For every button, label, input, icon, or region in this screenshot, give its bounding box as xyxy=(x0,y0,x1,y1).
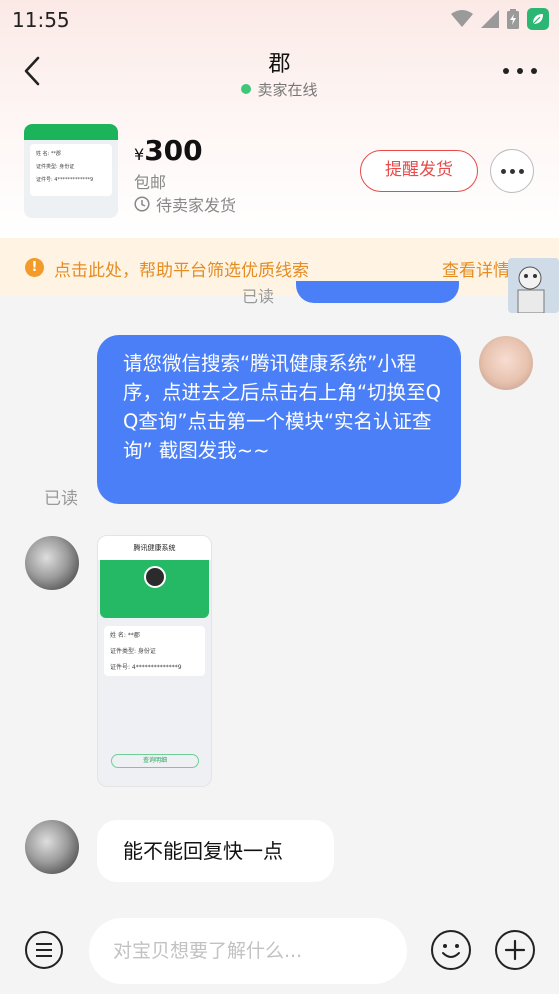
seller-avatar[interactable] xyxy=(25,536,79,590)
image-profile-area xyxy=(100,560,209,618)
order-status: 待卖家发货 xyxy=(134,192,236,216)
warning-icon: ! xyxy=(25,258,44,277)
status-bar: 11:55 xyxy=(0,0,559,38)
menu-icon-line xyxy=(36,949,52,951)
image-face xyxy=(144,566,166,588)
price-value: 300 xyxy=(144,134,203,167)
remind-ship-button[interactable]: 提醒发货 xyxy=(360,150,478,192)
shipping-label: 包邮 xyxy=(134,173,167,192)
plus-icon xyxy=(504,939,526,961)
online-dot-icon xyxy=(241,84,252,94)
image-card: 姓 名: **郡 证件类型: 身份证 证件号: 4**************9 xyxy=(104,626,205,676)
menu-icon-line xyxy=(36,955,52,957)
clock-icon xyxy=(134,196,150,212)
plus-button[interactable] xyxy=(495,930,535,970)
thumb-card: 姓 名: **郡 证件类型: 身份证 证件号: 4*************9 xyxy=(30,144,112,196)
read-label: 已读 xyxy=(242,287,275,306)
signal-icon xyxy=(481,10,499,28)
battery-icon xyxy=(507,9,519,29)
thumb-header xyxy=(24,124,118,140)
online-status: 卖家在线 xyxy=(0,79,559,100)
image-line: 证件类型: 身份证 xyxy=(110,648,156,655)
floating-avatar[interactable] xyxy=(508,258,559,313)
more-icon-dot xyxy=(518,168,524,174)
currency-symbol: ¥ xyxy=(134,145,145,164)
menu-button[interactable] xyxy=(25,931,63,969)
product-more-button[interactable] xyxy=(490,149,534,193)
menu-icon xyxy=(36,943,52,945)
message-image[interactable]: 腾讯健康系统 姓 名: **郡 证件类型: 身份证 证件号: 4********… xyxy=(97,535,212,787)
my-avatar[interactable] xyxy=(479,336,533,390)
product-thumbnail[interactable]: 姓 名: **郡 证件类型: 身份证 证件号: 4*************9 xyxy=(24,124,118,218)
thumb-line: 姓 名: **郡 xyxy=(36,151,61,157)
thumb-line: 证件号: 4*************9 xyxy=(36,177,94,183)
emoji-icon xyxy=(442,944,460,958)
more-icon xyxy=(500,168,506,174)
image-title: 腾讯健康系统 xyxy=(98,536,211,560)
message-input[interactable] xyxy=(89,918,407,984)
more-icon-dot xyxy=(509,168,515,174)
seller-avatar[interactable] xyxy=(25,820,79,874)
order-status-text: 待卖家发货 xyxy=(156,196,237,215)
image-line: 姓 名: **郡 xyxy=(110,632,140,639)
emoji-button[interactable] xyxy=(431,930,471,970)
online-status-text: 卖家在线 xyxy=(257,81,318,99)
image-button: 查询明细 xyxy=(111,754,199,768)
status-icons xyxy=(451,7,549,31)
floating-avatar-image xyxy=(508,258,559,313)
message-bubble-me[interactable]: 请您微信搜索“腾讯健康系统”小程序，点进去之后点击右上角“切换至QQ查询”点击第… xyxy=(97,335,461,504)
more-icon-dot xyxy=(517,68,523,74)
notice-text[interactable]: 点击此处，帮助平台筛选优质线索 xyxy=(54,256,309,281)
image-line: 证件号: 4**************9 xyxy=(110,664,182,671)
more-icon xyxy=(503,68,509,74)
message-bubble-other[interactable]: 能不能回复快一点 xyxy=(97,820,334,882)
chat-title: 郡 xyxy=(268,52,291,77)
notice-detail-link[interactable]: 查看详情 xyxy=(442,256,510,281)
status-time: 11:55 xyxy=(12,8,70,32)
leaf-icon xyxy=(527,8,549,30)
product-price: ¥300 xyxy=(134,134,203,167)
wifi-icon xyxy=(451,10,473,27)
more-icon-dot xyxy=(531,68,537,74)
thumb-line: 证件类型: 身份证 xyxy=(36,164,75,170)
message-bubble-cut[interactable] xyxy=(296,281,459,303)
read-label: 已读 xyxy=(44,489,78,509)
header-more-button[interactable] xyxy=(503,62,537,80)
